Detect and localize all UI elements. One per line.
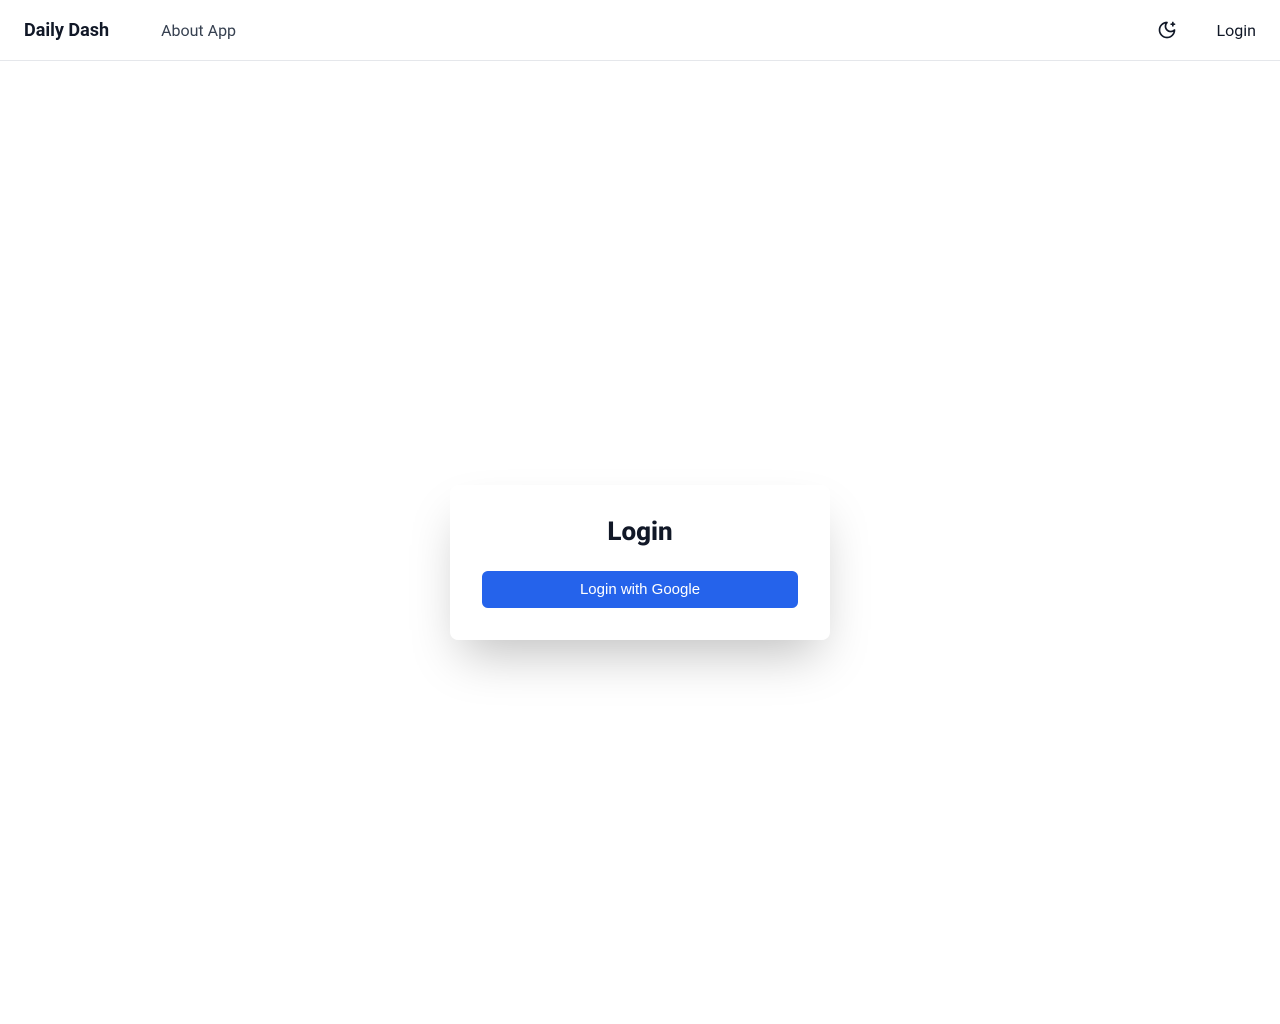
login-with-google-button[interactable]: Login with Google (482, 571, 798, 608)
theme-toggle-button[interactable] (1157, 20, 1177, 40)
login-link[interactable]: Login (1217, 21, 1256, 40)
login-card: Login Login with Google (450, 485, 830, 640)
header-left: Daily Dash About App (24, 20, 236, 41)
about-app-link[interactable]: About App (161, 21, 236, 40)
login-title: Login (482, 517, 798, 547)
header: Daily Dash About App Login (0, 0, 1280, 61)
main-content: Login Login with Google (0, 61, 1280, 1024)
app-title[interactable]: Daily Dash (24, 20, 109, 41)
header-right: Login (1157, 20, 1256, 40)
moon-icon (1157, 20, 1177, 40)
